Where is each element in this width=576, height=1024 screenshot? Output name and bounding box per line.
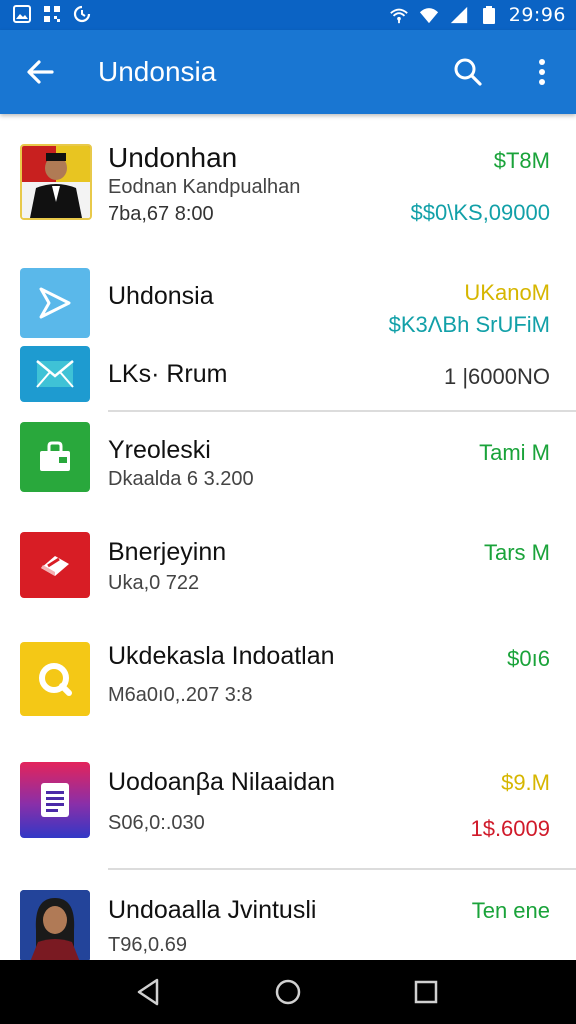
list-item[interactable]: Bnerjeyinn Uka,0 722 Tars M bbox=[0, 512, 576, 622]
hotspot-icon bbox=[389, 5, 409, 25]
list-item-subtitle: Eodnan Kandpualhan bbox=[108, 176, 301, 198]
list-item[interactable]: LKs· Rrum 1 |6000NO bbox=[0, 342, 576, 412]
status-bar: 29:96 bbox=[0, 0, 576, 30]
overflow-menu-button[interactable] bbox=[528, 52, 556, 92]
list-item-title: Bnerjeyinn bbox=[108, 538, 227, 566]
list-item-amount-secondary: 1$.6009 bbox=[470, 816, 550, 841]
list-item-title: Uodoanβa Nilaaidan bbox=[108, 768, 336, 796]
list-item-amount: Tars M bbox=[484, 540, 550, 565]
home-circle-icon bbox=[275, 979, 301, 1005]
eraser-icon bbox=[20, 532, 90, 598]
list-item[interactable]: Undonhan Eodnan Kandpualhan 7ba,67 8:00 … bbox=[0, 114, 576, 254]
nav-back-button[interactable] bbox=[128, 974, 168, 1010]
image-icon bbox=[12, 4, 32, 24]
list-item-title: Undonhan bbox=[108, 142, 238, 173]
list-item-subtitle: Uka,0 722 bbox=[108, 572, 200, 594]
list-item-detail: 7ba,67 8:00 bbox=[108, 203, 214, 225]
list-item[interactable]: Uodoanβa Nilaaidan S06,0:.030 $9.M 1$.60… bbox=[0, 750, 576, 870]
list-item-amount-secondary: $K3ΛBh SrUFiM bbox=[388, 312, 550, 337]
list-item-title: Undoaalla Jvintusli bbox=[108, 896, 317, 924]
grid-icon bbox=[42, 4, 62, 24]
list-item[interactable]: Yreoleski Dkaalda 6 3.200 Tami M bbox=[0, 412, 576, 512]
list-item-amount: Ten ene bbox=[471, 898, 550, 923]
list-item-amount: $9.M bbox=[501, 770, 550, 795]
list-item-subtitle: S06,0:.030 bbox=[108, 812, 205, 834]
more-vertical-icon bbox=[539, 59, 545, 85]
status-time: 29:96 bbox=[508, 4, 566, 26]
list-item-amount: Tami M bbox=[479, 440, 550, 465]
nav-home-button[interactable] bbox=[268, 974, 308, 1010]
battery-icon bbox=[479, 5, 499, 25]
list-item-title: Uhdonsia bbox=[108, 282, 214, 310]
list-item[interactable]: Undoaalla Jvintusli T96,0.69 Ten ene bbox=[0, 870, 576, 960]
portrait-man-icon bbox=[20, 144, 92, 220]
list-item-subtitle: T96,0.69 bbox=[108, 934, 187, 956]
list-item-title: LKs· Rrum bbox=[108, 360, 228, 388]
list-item-subtitle: M6a0ı0,.207 3:8 bbox=[108, 684, 253, 706]
bag-icon bbox=[20, 422, 90, 492]
list-item-amount: 1 |6000NO bbox=[443, 364, 550, 389]
list-item-amount: $0ı6 bbox=[507, 646, 550, 671]
list-item-title: Ukdekasla Indoatlan bbox=[108, 642, 335, 670]
back-button[interactable] bbox=[20, 54, 60, 90]
search-circle-icon bbox=[20, 642, 90, 716]
sync-icon bbox=[72, 4, 92, 24]
arrow-left-icon bbox=[27, 60, 54, 84]
navigation-bar bbox=[0, 960, 576, 1024]
search-icon bbox=[454, 58, 482, 86]
list-item-title: Yreoleski bbox=[108, 436, 211, 464]
list-item-amount: $T8M bbox=[493, 148, 550, 173]
list-item-amount-secondary: $$0\KS,09000 bbox=[410, 200, 550, 225]
signal-icon bbox=[449, 5, 469, 25]
recents-square-icon bbox=[414, 980, 438, 1004]
back-triangle-icon bbox=[137, 978, 159, 1006]
mail-icon bbox=[20, 346, 90, 402]
document-icon bbox=[20, 762, 90, 838]
search-button[interactable] bbox=[448, 52, 488, 92]
nav-recents-button[interactable] bbox=[406, 974, 446, 1010]
list-item[interactable]: Ukdekasla Indoatlan M6a0ı0,.207 3:8 $0ı6 bbox=[0, 622, 576, 750]
list-item-amount: UKanoM bbox=[464, 280, 550, 305]
list-item-subtitle: Dkaalda 6 3.200 bbox=[108, 468, 254, 490]
app-bar: Undonsia bbox=[0, 30, 576, 114]
list-item[interactable]: Uhdonsia UKanoM $K3ΛBh SrUFiM bbox=[0, 254, 576, 342]
page-title: Undonsia bbox=[98, 56, 217, 87]
play-arrow-icon bbox=[20, 268, 90, 338]
wifi-icon bbox=[419, 5, 439, 25]
portrait-woman-icon bbox=[20, 890, 90, 960]
